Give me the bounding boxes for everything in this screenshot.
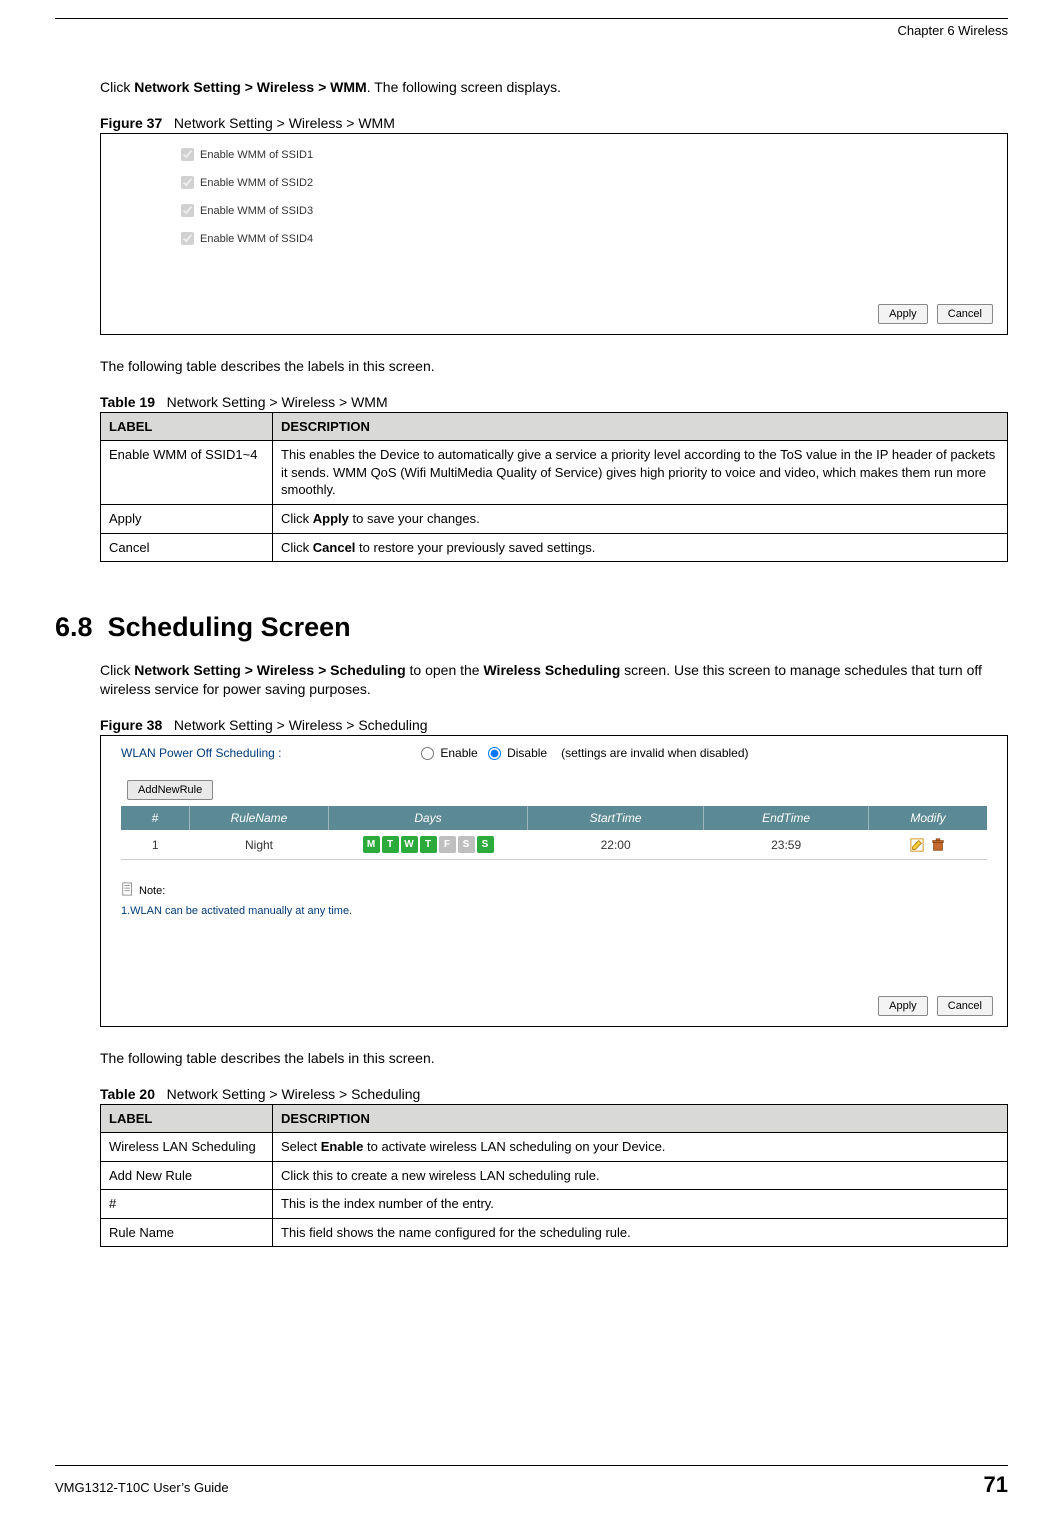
wmm-panel: Enable WMM of SSID1 Enable WMM of SSID2 … xyxy=(100,133,1008,335)
figure38-caption: Figure 38 Network Setting > Wireless > S… xyxy=(100,717,1008,733)
day-box: T xyxy=(382,836,399,853)
wmm-ssid3-label: Enable WMM of SSID3 xyxy=(200,205,313,217)
page-number: 71 xyxy=(984,1472,1008,1498)
table19-intro: The following table describes the labels… xyxy=(100,357,1008,376)
enable-radio-label[interactable]: Enable xyxy=(421,746,478,760)
col-end: EndTime xyxy=(704,806,869,830)
cancel-button[interactable]: Cancel xyxy=(937,996,993,1016)
enable-radio[interactable] xyxy=(421,747,434,760)
intro-scheduling: Click Network Setting > Wireless > Sched… xyxy=(100,661,1008,699)
day-box: S xyxy=(477,836,494,853)
day-box: M xyxy=(363,836,380,853)
table-row: Add New Rule Click this to create a new … xyxy=(101,1161,1008,1190)
chapter-header: Chapter 6 Wireless xyxy=(55,19,1008,38)
wmm-ssid1-label: Enable WMM of SSID1 xyxy=(200,149,313,161)
table19-head-label: LABEL xyxy=(101,412,273,441)
note-icon xyxy=(121,882,135,899)
wmm-ssid4-checkbox[interactable] xyxy=(181,232,194,245)
table-row: Cancel Click Cancel to restore your prev… xyxy=(101,533,1008,562)
rule-row: 1 Night MTWTFSS 22:00 23:59 xyxy=(121,830,987,860)
table-row: Enable WMM of SSID1~4 This enables the D… xyxy=(101,441,1008,505)
wmm-ssid2-label: Enable WMM of SSID2 xyxy=(200,177,313,189)
table19-caption: Table 19 Network Setting > Wireless > WM… xyxy=(100,394,1008,410)
section-6-8-heading: 6.8 Scheduling Screen xyxy=(55,612,1008,643)
scheduling-panel: WLAN Power Off Scheduling : Enable Disab… xyxy=(100,735,1008,1027)
disable-radio-label[interactable]: Disable xyxy=(488,746,547,760)
day-box: F xyxy=(439,836,456,853)
disable-radio[interactable] xyxy=(488,747,501,760)
day-box: S xyxy=(458,836,475,853)
figure37-caption: Figure 37 Network Setting > Wireless > W… xyxy=(100,115,1008,131)
add-new-rule-button[interactable]: AddNewRule xyxy=(127,780,213,800)
day-box: T xyxy=(420,836,437,853)
col-start: StartTime xyxy=(528,806,704,830)
days-cell: MTWTFSS xyxy=(329,830,528,860)
disabled-hint: (settings are invalid when disabled) xyxy=(561,746,748,760)
wmm-ssid4-label: Enable WMM of SSID4 xyxy=(200,233,313,245)
edit-icon[interactable] xyxy=(910,838,924,852)
table20-intro: The following table describes the labels… xyxy=(100,1049,1008,1068)
intro-wmm: Click Network Setting > Wireless > WMM. … xyxy=(100,78,1008,97)
trash-icon[interactable] xyxy=(931,838,945,852)
table20-head-label: LABEL xyxy=(101,1104,273,1133)
day-box: W xyxy=(401,836,418,853)
col-rulename: RuleName xyxy=(190,806,329,830)
table-row: # This is the index number of the entry. xyxy=(101,1190,1008,1219)
wmm-ssid2-checkbox[interactable] xyxy=(181,176,194,189)
table20-caption: Table 20 Network Setting > Wireless > Sc… xyxy=(100,1086,1008,1102)
apply-button[interactable]: Apply xyxy=(878,996,928,1016)
col-modify: Modify xyxy=(869,806,988,830)
wmm-ssid3-checkbox[interactable] xyxy=(181,204,194,217)
footer-guide: VMG1312-T10C User’s Guide xyxy=(55,1480,229,1495)
rules-table: # RuleName Days StartTime EndTime Modify… xyxy=(121,806,987,860)
table19-head-desc: DESCRIPTION xyxy=(273,412,1008,441)
col-num: # xyxy=(121,806,190,830)
note-text: 1.WLAN can be activated manually at any … xyxy=(121,905,987,917)
note-header: Note: xyxy=(121,882,987,899)
table20: LABEL DESCRIPTION Wireless LAN Schedulin… xyxy=(100,1104,1008,1248)
page-footer: VMG1312-T10C User’s Guide 71 xyxy=(55,1465,1008,1498)
table-row: Rule Name This field shows the name conf… xyxy=(101,1218,1008,1247)
table20-head-desc: DESCRIPTION xyxy=(273,1104,1008,1133)
col-days: Days xyxy=(329,806,528,830)
apply-button[interactable]: Apply xyxy=(878,304,928,324)
table19: LABEL DESCRIPTION Enable WMM of SSID1~4 … xyxy=(100,412,1008,562)
table-row: Apply Click Apply to save your changes. xyxy=(101,504,1008,533)
table-row: Wireless LAN Scheduling Select Enable to… xyxy=(101,1133,1008,1162)
sched-top-label: WLAN Power Off Scheduling : xyxy=(121,746,421,760)
wmm-ssid1-checkbox[interactable] xyxy=(181,148,194,161)
cancel-button[interactable]: Cancel xyxy=(937,304,993,324)
